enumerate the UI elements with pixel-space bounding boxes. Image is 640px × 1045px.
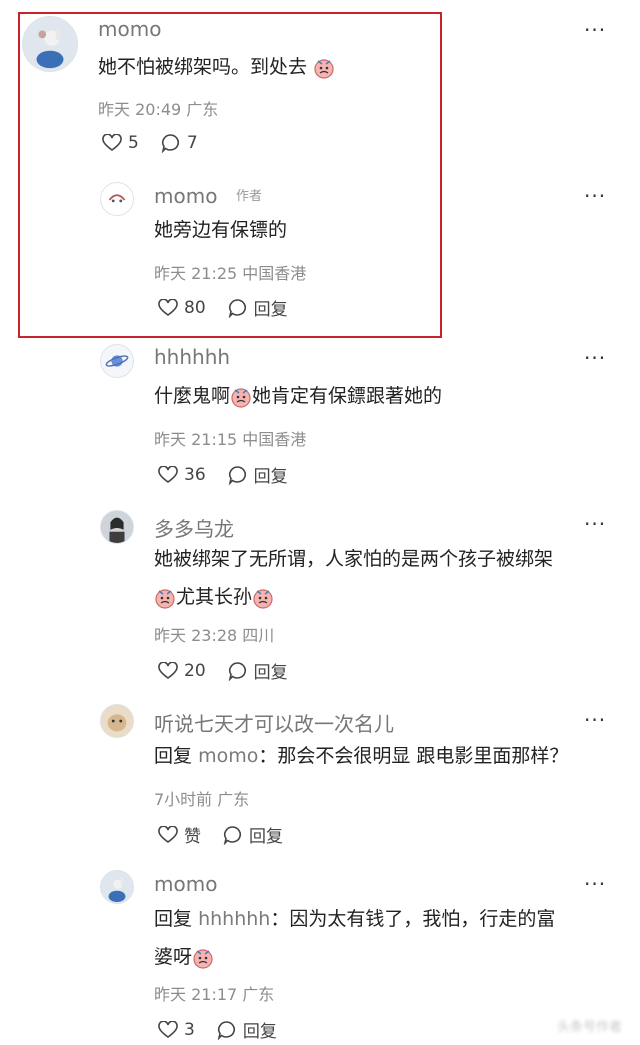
comment-meta: 昨天 21:17 广东: [154, 985, 275, 1004]
watermark: 头条号作者: [556, 1020, 622, 1035]
comment-bubble-icon: [217, 1020, 235, 1040]
like-count: 5: [128, 133, 139, 153]
more-options-icon[interactable]: ···: [584, 186, 606, 206]
comment-actions: 80 回复: [158, 295, 310, 320]
comment-meta: 7小时前 广东: [154, 790, 250, 809]
avatar[interactable]: [100, 182, 134, 216]
avatar-image: [23, 17, 77, 71]
username[interactable]: 听说七天才可以改一次名儿: [154, 708, 394, 737]
crying-emoji-icon: [314, 58, 334, 79]
reply-label: 回复: [253, 467, 288, 487]
like-button[interactable]: 赞: [158, 822, 201, 847]
comment-meta: 昨天 21:15 中国香港: [154, 430, 307, 449]
comment-meta: 昨天 21:25 中国香港: [154, 264, 307, 283]
username[interactable]: hhhhhh: [154, 345, 230, 369]
heart-icon: [102, 134, 122, 151]
avatar-image: [101, 871, 133, 903]
crying-emoji-icon: [155, 588, 175, 609]
more-options-icon[interactable]: ···: [584, 874, 606, 894]
comment-text: 什麼鬼啊 她肯定有保鏢跟著她的: [154, 385, 443, 408]
reply-label: 回复: [253, 663, 288, 683]
heart-icon: [158, 1020, 178, 1038]
comment-meta: 昨天 20:49 广东: [98, 100, 219, 119]
comment-actions: 5 7: [102, 133, 220, 153]
more-options-icon[interactable]: ···: [584, 348, 606, 368]
comment-bubble-icon: [228, 661, 246, 681]
reply-prefix: 回复: [154, 908, 193, 930]
reply-button[interactable]: 回复: [217, 1017, 277, 1042]
mention-link[interactable]: hhhhhh: [198, 908, 270, 930]
comment-meta: 昨天 23:28 四川: [154, 626, 275, 645]
more-options-icon[interactable]: ···: [584, 710, 606, 730]
comment-text: 她不怕被绑架吗。到处去: [98, 48, 335, 86]
comment-actions: 36 回复: [158, 462, 310, 487]
avatar-image: [101, 183, 133, 215]
comment-text: 回复 momo：那会不会很明显 跟电影里面那样？: [154, 745, 569, 767]
like-count: 80: [184, 297, 206, 318]
like-count: 3: [184, 1019, 195, 1040]
reply-button[interactable]: 回复: [228, 658, 288, 683]
crying-emoji-icon: [193, 948, 213, 969]
like-count: 20: [184, 660, 206, 681]
reply-label: 回复: [242, 1022, 277, 1042]
heart-icon: [158, 661, 178, 679]
reply-button[interactable]: 回复: [223, 822, 283, 847]
like-label: 赞: [184, 827, 201, 847]
like-button[interactable]: 20: [158, 661, 206, 681]
comment-text: 回复 hhhhhh：因为太有钱了，我怕，行走的富 婆呀: [154, 908, 556, 969]
comment-actions: 赞 回复: [158, 822, 305, 847]
reply-count-button[interactable]: 7: [161, 133, 198, 153]
avatar-image: [101, 511, 133, 543]
avatar[interactable]: [22, 16, 78, 72]
comment-bubble-icon: [161, 134, 179, 153]
comment-actions: 3 回复: [158, 1017, 299, 1042]
like-button[interactable]: 80: [158, 298, 206, 318]
reply-count: 7: [186, 133, 198, 153]
planet-avatar-icon: [101, 345, 133, 377]
mention-link[interactable]: momo: [198, 745, 258, 767]
username[interactable]: 多多乌龙: [154, 513, 234, 542]
avatar[interactable]: [100, 510, 134, 544]
username[interactable]: momo: [98, 17, 161, 41]
like-count: 36: [184, 464, 206, 485]
avatar[interactable]: [100, 344, 134, 378]
author-badge: 作者: [236, 189, 263, 204]
reply-prefix: 回复: [154, 745, 193, 767]
reply-label: 回复: [253, 300, 288, 320]
crying-emoji-icon: [253, 588, 273, 609]
comment-text: 她被绑架了无所谓，人家怕的是两个孩子被绑架 尤其长孙: [154, 548, 554, 609]
comment-bubble-icon: [223, 825, 242, 845]
heart-icon: [158, 465, 178, 483]
comment-bubble-icon: [228, 298, 246, 318]
crying-emoji-icon: [231, 387, 251, 408]
heart-icon: [158, 825, 178, 843]
avatar[interactable]: [100, 870, 134, 904]
avatar[interactable]: [100, 704, 134, 738]
reply-button[interactable]: 回复: [228, 295, 288, 320]
reply-label: 回复: [249, 827, 283, 847]
avatar-image: [101, 705, 133, 737]
comment-text: 她旁边有保镖的: [154, 219, 288, 241]
more-options-icon[interactable]: ···: [584, 20, 606, 40]
comment-bubble-icon: [228, 465, 246, 485]
like-button[interactable]: 5: [102, 133, 139, 153]
username[interactable]: momo: [154, 184, 217, 208]
reply-button[interactable]: 回复: [228, 462, 288, 487]
like-button[interactable]: 3: [158, 1020, 195, 1040]
more-options-icon[interactable]: ···: [584, 514, 606, 534]
comment-actions: 20 回复: [158, 658, 310, 683]
heart-icon: [158, 298, 178, 316]
like-button[interactable]: 36: [158, 465, 206, 485]
username[interactable]: momo: [154, 872, 217, 896]
